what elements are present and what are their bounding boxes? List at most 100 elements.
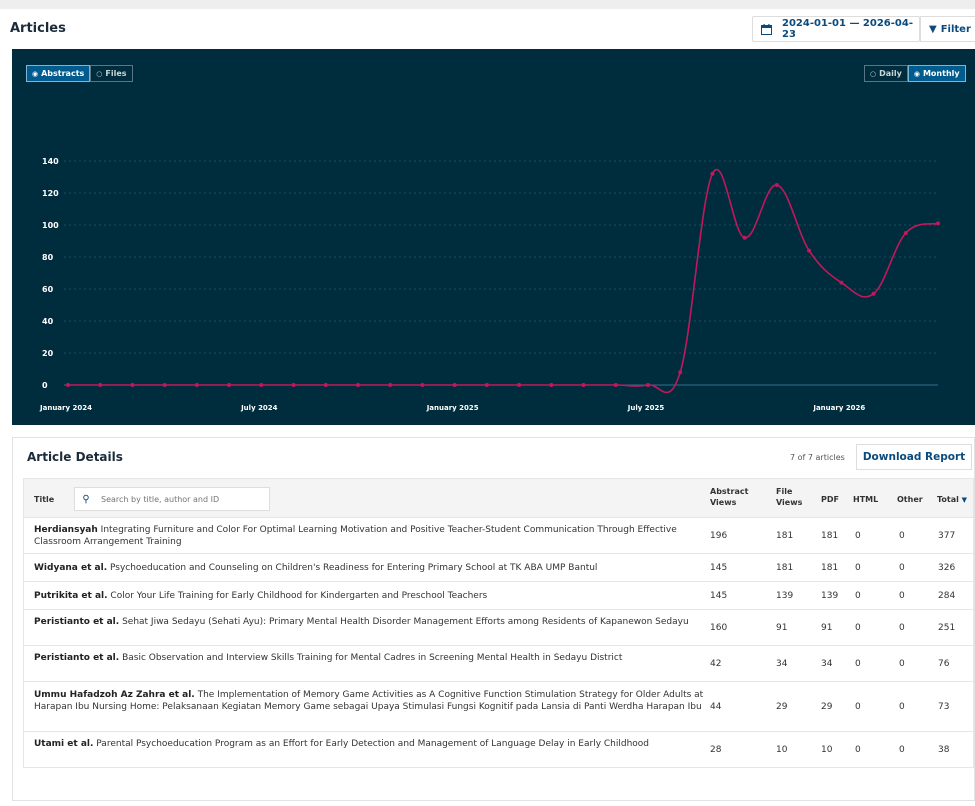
column-abstract-views[interactable]: Abstract Views: [710, 486, 750, 508]
series-line: [68, 169, 939, 394]
abstract-views-cell: 160: [710, 623, 728, 633]
file-views-cell: 91: [776, 623, 788, 633]
column-other[interactable]: Other: [897, 495, 923, 504]
article-title-cell[interactable]: Peristianto et al. Basic Observation and…: [34, 652, 704, 664]
file-views-cell: 10: [776, 745, 788, 755]
article-author: Peristianto et al.: [34, 617, 120, 627]
filter-icon: ▼: [929, 23, 937, 35]
data-point: [130, 383, 135, 387]
abstract-views-cell: 44: [710, 702, 722, 712]
article-title-cell[interactable]: Widyana et al. Psychoeducation and Couns…: [34, 562, 704, 574]
article-title-cell[interactable]: Putrikita et al. Color Your Life Trainin…: [34, 590, 704, 602]
data-point: [194, 383, 199, 387]
html-cell: 0: [855, 531, 861, 541]
other-cell: 0: [899, 623, 905, 633]
y-tick-label: 40: [42, 317, 54, 326]
html-cell: 0: [855, 702, 861, 712]
article-title: Color Your Life Training for Early Child…: [110, 591, 488, 601]
data-point: [581, 383, 586, 387]
data-point: [484, 383, 489, 387]
column-title: Title: [34, 495, 55, 504]
date-range-button[interactable]: 2024-01-01 — 2026-04-23: [752, 16, 920, 42]
column-pdf[interactable]: PDF: [821, 495, 839, 504]
data-point: [420, 383, 425, 387]
date-range-label: 2024-01-01 — 2026-04-23: [782, 18, 913, 40]
article-title-cell[interactable]: Utami et al. Parental Psychoeducation Pr…: [34, 738, 704, 750]
table-row[interactable]: Herdiansyah Integrating Furniture and Co…: [23, 518, 974, 554]
other-cell: 0: [899, 745, 905, 755]
data-point: [259, 383, 264, 387]
article-author: Widyana et al.: [34, 563, 108, 573]
data-point: [549, 383, 554, 387]
article-title-cell[interactable]: Ummu Hafadzoh Az Zahra et al. The Implem…: [34, 689, 704, 713]
other-cell: 0: [899, 659, 905, 669]
articles-header: Articles 2024-01-01 — 2026-04-23 ▼ Filte…: [0, 0, 975, 48]
article-title-cell[interactable]: Peristianto et al. Sehat Jiwa Sedayu (Se…: [34, 616, 704, 628]
file-views-cell: 181: [776, 563, 794, 573]
data-point: [839, 280, 844, 285]
search-input[interactable]: [97, 489, 267, 509]
article-title: Parental Psychoeducation Program as an E…: [96, 739, 650, 749]
search-field[interactable]: ⚲: [74, 487, 270, 511]
details-title: Article Details: [27, 450, 123, 464]
abstract-views-cell: 145: [710, 591, 728, 601]
article-title-cell[interactable]: Herdiansyah Integrating Furniture and Co…: [34, 524, 704, 548]
total-cell: 326: [938, 563, 956, 573]
table-row[interactable]: Peristianto et al. Sehat Jiwa Sedayu (Se…: [23, 610, 974, 646]
other-cell: 0: [899, 591, 905, 601]
file-views-cell: 139: [776, 591, 794, 601]
filter-button[interactable]: ▼ Filter: [920, 16, 975, 42]
y-tick-label: 20: [42, 349, 54, 358]
abstract-views-cell: 145: [710, 563, 728, 573]
other-cell: 0: [899, 531, 905, 541]
article-author: Utami et al.: [34, 739, 94, 749]
article-title: Integrating Furniture and Color For Opti…: [34, 525, 677, 547]
article-author: Putrikita et al.: [34, 591, 108, 601]
page-title: Articles: [10, 21, 66, 36]
article-title: Psychoeducation and Counseling on Childr…: [110, 563, 598, 573]
other-cell: 0: [899, 702, 905, 712]
table-row[interactable]: Putrikita et al. Color Your Life Trainin…: [23, 582, 974, 610]
data-point: [807, 248, 812, 253]
data-point: [613, 383, 618, 387]
abstract-views-cell: 196: [710, 531, 728, 541]
y-tick-label: 140: [42, 157, 59, 166]
data-point: [517, 383, 522, 387]
data-point: [678, 370, 683, 375]
table-row[interactable]: Ummu Hafadzoh Az Zahra et al. The Implem…: [23, 682, 974, 732]
abstract-views-cell: 28: [710, 745, 722, 755]
article-author: Ummu Hafadzoh Az Zahra et al.: [34, 690, 195, 700]
data-point: [66, 383, 70, 387]
total-cell: 284: [938, 591, 956, 601]
table-row[interactable]: Widyana et al. Psychoeducation and Couns…: [23, 554, 974, 582]
data-point: [227, 383, 232, 387]
pdf-cell: 34: [821, 659, 833, 669]
html-cell: 0: [855, 563, 861, 573]
y-tick-label: 0: [42, 381, 48, 390]
search-icon[interactable]: ⚲: [75, 494, 97, 505]
data-point: [452, 383, 457, 387]
articles-table: Title ⚲ Abstract Views File Views PDF HT…: [23, 478, 974, 768]
x-tick-label: January 2024: [39, 404, 92, 412]
html-cell: 0: [855, 623, 861, 633]
filter-label: Filter: [940, 23, 971, 35]
y-tick-label: 80: [42, 253, 54, 262]
table-row[interactable]: Utami et al. Parental Psychoeducation Pr…: [23, 732, 974, 768]
x-tick-label: January 2026: [812, 404, 865, 412]
data-point: [903, 231, 908, 235]
column-total[interactable]: Total ▼: [937, 495, 967, 504]
column-file-views[interactable]: File Views: [776, 486, 808, 508]
table-row[interactable]: Peristianto et al. Basic Observation and…: [23, 646, 974, 682]
x-tick-label: July 2024: [240, 404, 278, 412]
article-title: Basic Observation and Interview Skills T…: [122, 653, 623, 663]
abstract-views-cell: 42: [710, 659, 722, 669]
total-cell: 73: [938, 702, 950, 712]
column-html[interactable]: HTML: [853, 495, 878, 504]
data-point: [356, 383, 360, 387]
total-cell: 38: [938, 745, 950, 755]
data-point: [162, 383, 167, 387]
download-report-button[interactable]: Download Report: [856, 444, 972, 470]
data-point: [388, 383, 393, 387]
chart-panel: ◉ Abstracts ○ Files ○ Daily ◉ Monthly 0 20 40 6…: [12, 49, 975, 425]
pdf-cell: 181: [821, 563, 839, 573]
